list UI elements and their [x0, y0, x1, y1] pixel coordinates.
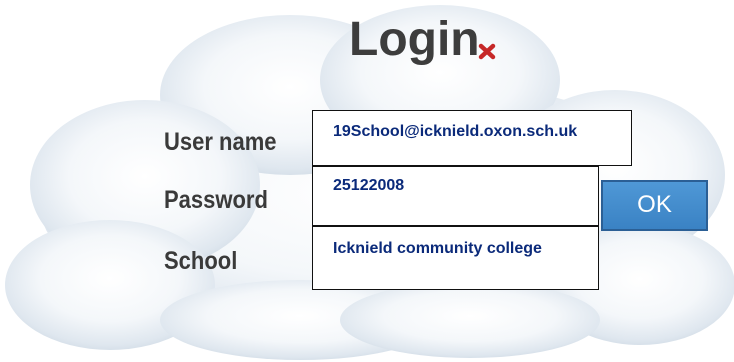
password-label: Password	[164, 186, 268, 214]
page-title: Login	[349, 13, 480, 66]
ok-button[interactable]: OK	[601, 180, 708, 231]
close-icon[interactable]	[476, 40, 498, 62]
school-input[interactable]: Icknield community college	[312, 226, 599, 290]
school-label: School	[164, 247, 238, 275]
username-label: User name	[164, 128, 277, 156]
username-input[interactable]: 19School@icknield.oxon.sch.uk	[312, 110, 632, 166]
password-input[interactable]: 25122008	[312, 166, 599, 226]
